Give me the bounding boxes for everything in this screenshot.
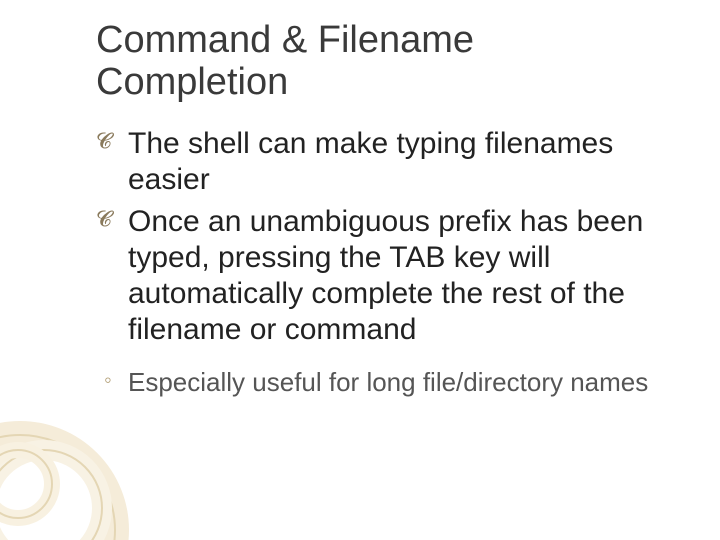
sub-bullet-item: Especially useful for long file/director…	[128, 366, 680, 399]
slide-title: Command & Filename Completion	[96, 20, 680, 104]
sub-bullet-list: Especially useful for long file/director…	[100, 366, 680, 399]
title-line-1: Command & Filename	[96, 19, 474, 61]
slide: Command & Filename Completion The shell …	[0, 0, 720, 540]
bullet-item: Once an unambiguous prefix has been type…	[128, 204, 680, 348]
bullet-list: The shell can make typing filenames easi…	[100, 126, 680, 348]
title-line-2: Completion	[96, 61, 288, 103]
bullet-item: The shell can make typing filenames easi…	[128, 126, 680, 198]
